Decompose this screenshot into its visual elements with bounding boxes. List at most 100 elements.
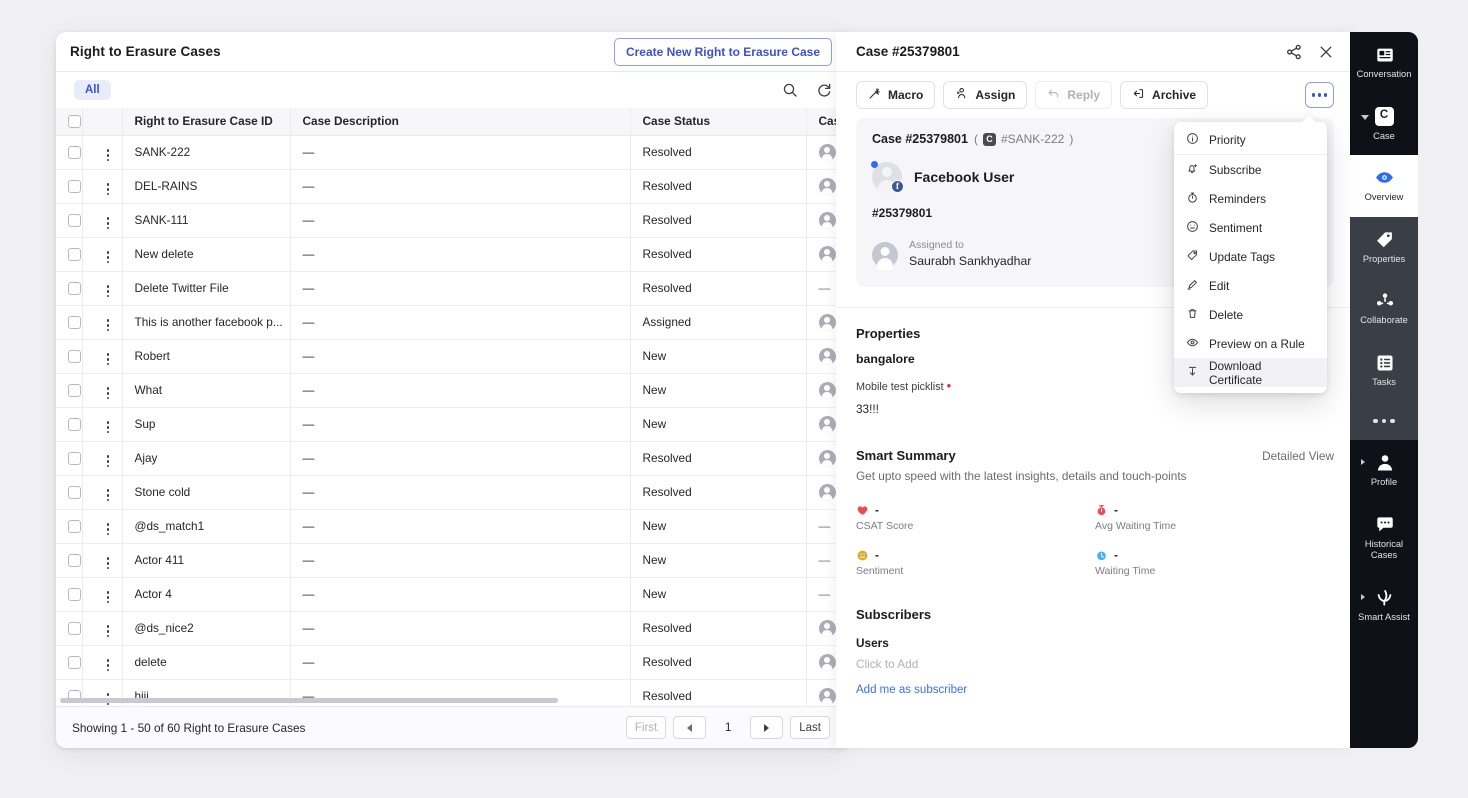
rail-item-profile[interactable]: Profile [1350,440,1418,502]
row-kebab-menu-icon[interactable] [105,181,112,197]
cell-case-id[interactable]: This is another facebook p... [122,305,291,340]
row-checkbox[interactable] [68,622,81,636]
table-row[interactable]: New delete — Resolved [56,237,846,272]
rail-item-collaborate[interactable]: Collaborate [1350,278,1418,341]
pagination-last-button[interactable]: Last [790,716,830,739]
row-checkbox[interactable] [68,180,81,194]
cell-case-id[interactable]: Ajay [122,441,291,476]
row-checkbox[interactable] [68,214,81,228]
pagination-first-button[interactable]: First [625,716,667,739]
rail-item-historical-cases[interactable]: Historical Cases [1350,501,1418,575]
row-checkbox[interactable] [68,452,81,466]
cell-case-id[interactable]: @ds_nice2 [122,611,291,646]
cell-case-id[interactable]: @ds_match1 [122,509,291,544]
menu-item-subscribe[interactable]: Subscribe [1174,155,1327,184]
row-checkbox[interactable] [68,316,81,330]
share-icon[interactable] [1286,44,1302,60]
menu-item-sentiment[interactable]: Sentiment [1174,213,1327,242]
menu-item-reminders[interactable]: Reminders [1174,184,1327,213]
create-new-case-button[interactable]: Create New Right to Erasure Case [613,37,832,66]
pagination-prev-button[interactable] [673,716,707,739]
customer-name[interactable]: Facebook User [914,169,1014,185]
cell-case-id[interactable]: What [122,373,291,408]
rail-item-smart-assist[interactable]: Smart Assist [1350,574,1418,637]
row-kebab-menu-icon[interactable] [105,249,112,265]
menu-item-delete[interactable]: Delete [1174,300,1327,329]
cell-case-id[interactable]: Robert [122,339,291,374]
row-kebab-menu-icon[interactable] [105,215,112,231]
menu-item-update-tags[interactable]: Update Tags [1174,242,1327,271]
row-checkbox[interactable] [68,588,81,602]
row-checkbox[interactable] [68,554,81,568]
table-row[interactable]: SANK-222— Resolved [56,135,846,170]
refresh-icon[interactable] [816,82,832,98]
close-icon[interactable] [1318,44,1334,60]
menu-item-preview-on-a-rule[interactable]: Preview on a Rule [1174,329,1327,358]
rail-item-properties[interactable]: Properties [1350,216,1418,279]
table-row[interactable]: Ajay — Resolved [56,441,846,476]
filter-tab-all[interactable]: All [74,80,111,100]
row-kebab-menu-icon[interactable] [105,657,112,673]
row-kebab-menu-icon[interactable] [105,521,112,537]
table-row[interactable]: Actor 4— New — [56,577,846,612]
row-kebab-menu-icon[interactable] [105,283,112,299]
row-kebab-menu-icon[interactable] [105,453,112,469]
macro-button[interactable]: Macro [856,81,936,109]
row-kebab-menu-icon[interactable] [105,589,112,605]
table-row[interactable]: Stone cold — Resolved [56,475,846,510]
table-row[interactable]: What — New [56,373,846,408]
cell-case-id[interactable]: SANK-111 [122,203,291,238]
table-row[interactable]: SANK-111— Resolved [56,203,846,238]
pagination-next-button[interactable] [750,716,784,739]
pagination-current-page[interactable]: 1 [713,722,743,734]
menu-item-priority[interactable]: Priority [1174,126,1327,155]
cell-case-id[interactable]: Sup [122,407,291,442]
rail-item-overview[interactable]: Overview [1350,155,1418,217]
menu-item-download-certificate[interactable]: Download Certificate [1174,358,1327,387]
table-row[interactable]: Sup — New [56,407,846,442]
row-checkbox[interactable] [68,656,81,670]
assignee-name[interactable]: Saurabh Sankhyadhar [909,253,1031,271]
cell-case-id[interactable]: delete [122,645,291,680]
rail-item-conversation[interactable]: Conversation [1350,32,1418,94]
add-me-as-subscriber-link[interactable]: Add me as subscriber [856,684,1334,696]
subscribers-add-placeholder[interactable]: Click to Add [856,657,1334,671]
table-row[interactable]: @ds_match1— New — [56,509,846,544]
reply-button[interactable]: Reply [1035,81,1113,109]
rail-item-tasks[interactable]: Tasks [1350,340,1418,402]
table-row[interactable]: Actor 411— New — [56,543,846,578]
row-kebab-menu-icon[interactable] [105,317,112,333]
table-row[interactable]: This is another facebook p... — Assigned [56,305,846,340]
rail-item-case[interactable]: C Case [1350,93,1418,156]
cell-case-id[interactable]: Actor 4 [122,577,291,612]
cell-case-id[interactable]: New delete [122,237,291,272]
row-kebab-menu-icon[interactable] [105,623,112,639]
table-horizontal-scrollbar[interactable] [60,698,558,703]
table-row[interactable]: @ds_nice2— Resolved [56,611,846,646]
row-kebab-menu-icon[interactable] [105,385,112,401]
row-kebab-menu-icon[interactable] [105,487,112,503]
detailed-view-link[interactable]: Detailed View [1262,449,1334,463]
cell-case-id[interactable]: SANK-222 [122,135,291,170]
assign-button[interactable]: Assign [943,81,1028,109]
menu-item-edit[interactable]: Edit [1174,271,1327,300]
cell-case-id[interactable]: Delete Twitter File [122,271,291,306]
row-checkbox[interactable] [68,384,81,398]
table-row[interactable]: Delete Twitter File — Resolved — [56,271,846,306]
cases-table-container[interactable]: Right to Erasure Case ID Case Descriptio… [56,108,846,706]
row-checkbox[interactable] [68,520,81,534]
row-checkbox[interactable] [68,350,81,364]
cell-case-id[interactable]: DEL-RAINS [122,169,291,204]
select-all-checkbox[interactable] [68,115,81,129]
row-kebab-menu-icon[interactable] [105,419,112,435]
search-icon[interactable] [782,82,798,98]
row-checkbox[interactable] [68,282,81,296]
properties-field-value[interactable]: 33!!! [856,402,1334,416]
row-checkbox[interactable] [68,146,81,160]
table-row[interactable]: delete — Resolved [56,645,846,680]
row-kebab-menu-icon[interactable] [105,147,112,163]
archive-button[interactable]: Archive [1120,81,1209,109]
column-header-case-id[interactable]: Right to Erasure Case ID [122,108,291,136]
row-checkbox[interactable] [68,418,81,432]
row-kebab-menu-icon[interactable] [105,555,112,571]
